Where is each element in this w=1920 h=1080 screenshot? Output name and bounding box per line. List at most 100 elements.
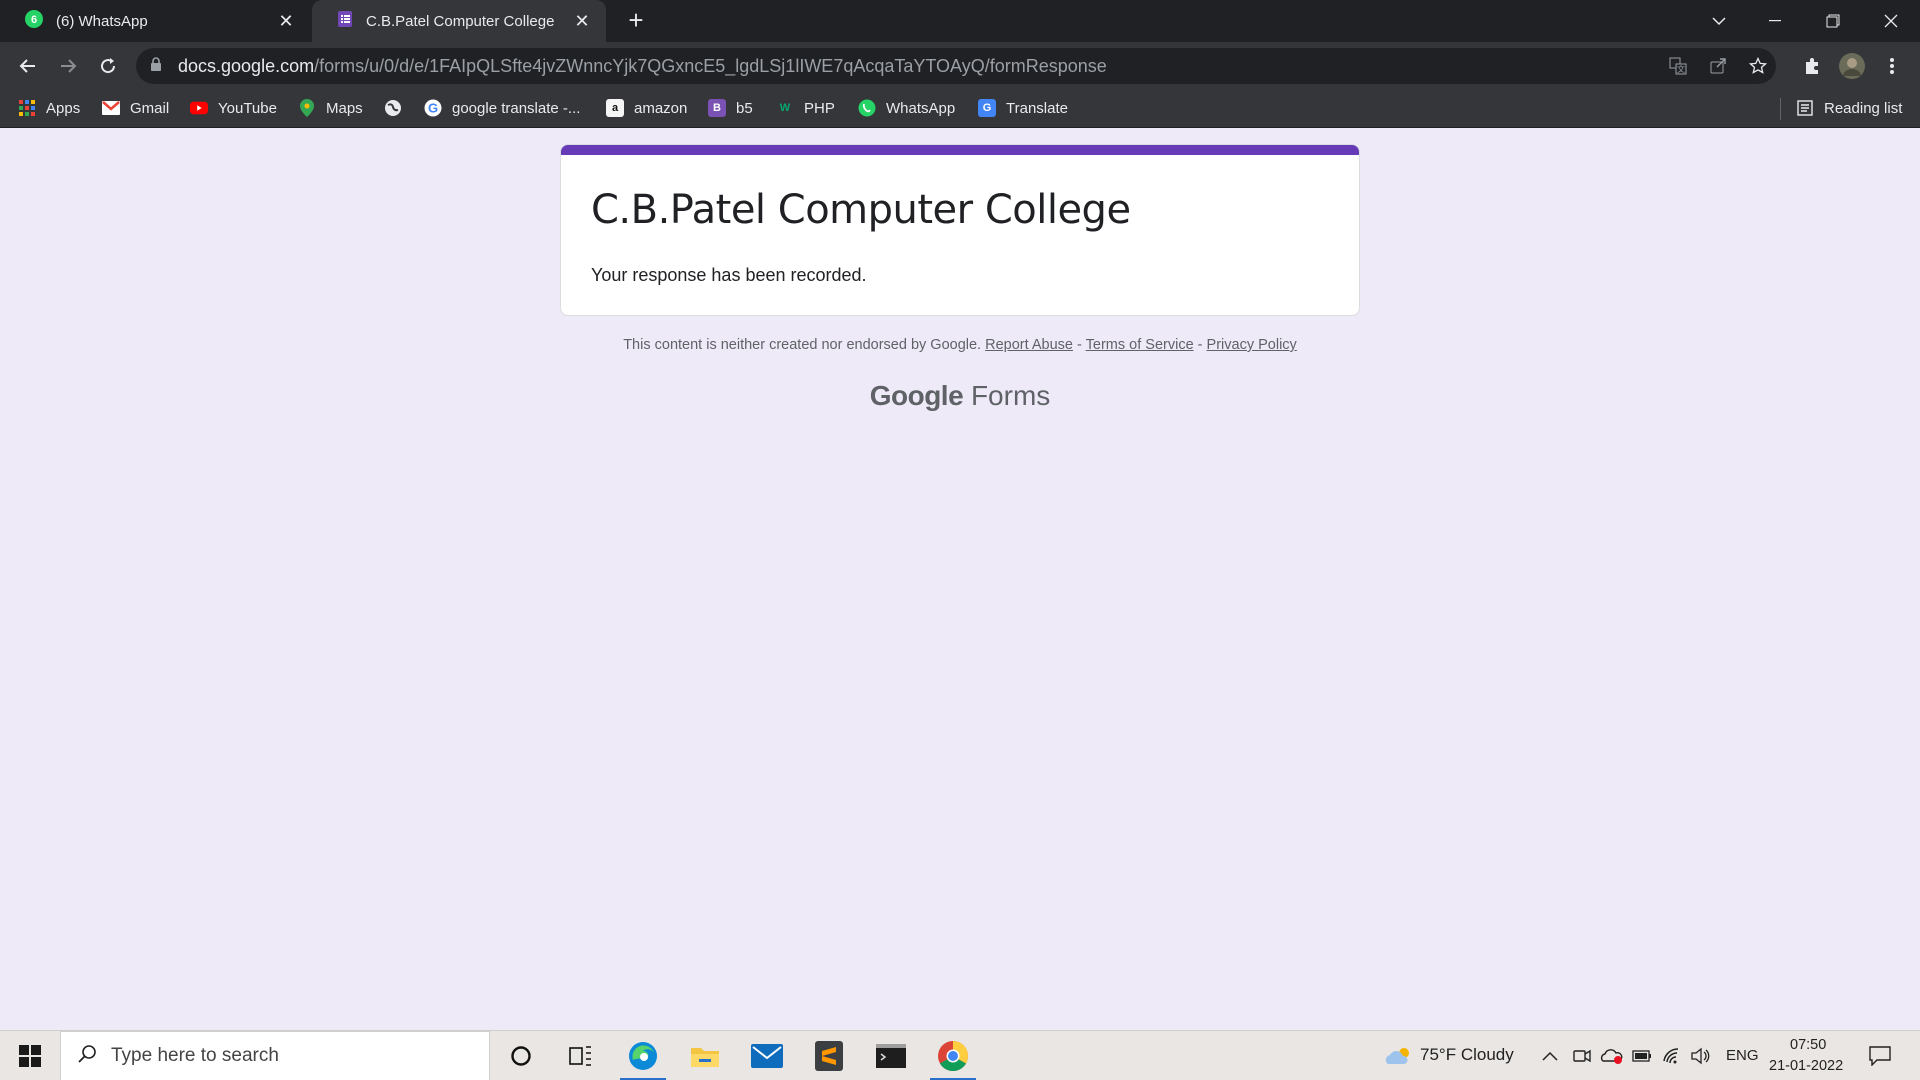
- card-accent-bar: [561, 145, 1359, 155]
- bookmark-label: google translate -...: [452, 99, 581, 117]
- bookmark-b5[interactable]: B b5: [708, 90, 753, 126]
- bookmark-maps[interactable]: Maps: [298, 90, 363, 126]
- bookmark-translate[interactable]: G Translate: [978, 90, 1068, 126]
- taskbar-search-input[interactable]: Type here to search: [60, 1031, 490, 1080]
- privacy-policy-link[interactable]: Privacy Policy: [1207, 337, 1297, 353]
- bookmark-label: amazon: [634, 99, 688, 117]
- file-explorer-icon[interactable]: [674, 1031, 736, 1080]
- wifi-icon[interactable]: [1662, 1046, 1682, 1066]
- more-menu-icon[interactable]: [1876, 50, 1908, 82]
- weather-text[interactable]: 75°F Cloudy: [1420, 1045, 1514, 1065]
- bookmark-apps[interactable]: Apps: [18, 90, 80, 126]
- google-forms-icon: [336, 10, 354, 32]
- translate-icon: G: [978, 99, 996, 117]
- chevron-up-icon[interactable]: [1540, 1046, 1560, 1066]
- close-icon[interactable]: ✕: [570, 9, 594, 33]
- reading-list-label: Reading list: [1824, 99, 1903, 117]
- amazon-icon: a: [606, 99, 624, 117]
- close-icon[interactable]: ✕: [274, 9, 298, 33]
- minimize-button[interactable]: [1746, 0, 1804, 42]
- browser-toolbar: docs.google.com/forms/u/0/d/e/1FAIpQLSft…: [0, 42, 1920, 90]
- bookmark-amazon[interactable]: a amazon: [606, 90, 687, 126]
- start-button[interactable]: [0, 1031, 60, 1080]
- disclaimer-text: This content is neither created nor endo…: [623, 337, 982, 353]
- separator: [1780, 98, 1781, 120]
- cortana-icon[interactable]: [490, 1031, 552, 1080]
- bookmark-youtube[interactable]: YouTube: [190, 90, 277, 126]
- tab-active-form[interactable]: C.B.Patel Computer College ✕: [312, 0, 606, 42]
- notification-center-icon[interactable]: [1868, 1046, 1892, 1066]
- back-button[interactable]: [12, 50, 44, 82]
- gmail-icon: [102, 99, 120, 117]
- address-bar[interactable]: docs.google.com/forms/u/0/d/e/1FAIpQLSft…: [136, 48, 1776, 84]
- bookmark-label: WhatsApp: [886, 99, 956, 117]
- extensions-puzzle-icon[interactable]: [1796, 50, 1828, 82]
- svg-text:6: 6: [31, 14, 37, 26]
- close-window-button[interactable]: [1862, 0, 1920, 42]
- form-title: C.B.Patel Computer College: [591, 187, 1131, 233]
- bookmarks-bar: Apps Gmail YouTube Maps G google transla…: [0, 90, 1920, 128]
- bookmark-whatsapp[interactable]: WhatsApp: [858, 90, 955, 126]
- tab-search-chevron-icon[interactable]: [1690, 0, 1748, 42]
- battery-icon[interactable]: [1632, 1046, 1652, 1066]
- bookmark-label: b5: [736, 99, 753, 117]
- reload-button[interactable]: [92, 50, 124, 82]
- profile-avatar[interactable]: [1836, 50, 1868, 82]
- windows-logo-icon: [19, 1045, 41, 1067]
- page-content: C.B.Patel Computer College Your response…: [0, 128, 1920, 1030]
- task-view-icon[interactable]: [550, 1031, 612, 1080]
- share-icon[interactable]: [1706, 56, 1730, 76]
- sublime-text-icon[interactable]: [798, 1031, 860, 1080]
- google-forms-logo[interactable]: Google Forms: [0, 380, 1920, 412]
- bookmark-gmail[interactable]: Gmail: [102, 90, 169, 126]
- search-placeholder: Type here to search: [111, 1045, 279, 1066]
- bookmark-php[interactable]: W PHP: [776, 90, 835, 126]
- tab-whatsapp[interactable]: 6 (6) WhatsApp ✕: [0, 0, 310, 42]
- restore-button[interactable]: [1804, 0, 1862, 42]
- reading-list-button[interactable]: Reading list: [1796, 90, 1902, 126]
- bookmark-label: YouTube: [218, 99, 277, 117]
- meet-now-icon[interactable]: [1572, 1046, 1592, 1066]
- terminal-icon[interactable]: [860, 1031, 922, 1080]
- edge-browser-icon[interactable]: [612, 1031, 674, 1080]
- onedrive-icon[interactable]: [1600, 1046, 1624, 1066]
- bookmark-label: Maps: [326, 99, 363, 117]
- language-indicator[interactable]: ENG: [1726, 1047, 1759, 1064]
- whatsapp-icon: 6: [24, 9, 44, 33]
- chrome-icon[interactable]: [922, 1031, 984, 1080]
- bookmark-globe[interactable]: [384, 90, 412, 126]
- weather-cloudy-icon[interactable]: [1384, 1046, 1412, 1066]
- new-tab-button[interactable]: +: [622, 5, 650, 35]
- reading-list-icon: [1796, 99, 1814, 117]
- tab-strip: 6 (6) WhatsApp ✕ C.B.Patel Computer Coll…: [0, 0, 1920, 42]
- apps-grid-icon: [18, 99, 36, 117]
- bookmark-label: Gmail: [130, 99, 170, 117]
- terms-of-service-link[interactable]: Terms of Service: [1086, 337, 1194, 353]
- logo-forms-text: Forms: [970, 380, 1051, 411]
- report-abuse-link[interactable]: Report Abuse: [985, 337, 1073, 353]
- clock-time[interactable]: 07:50: [1790, 1037, 1826, 1053]
- mail-icon[interactable]: [736, 1031, 798, 1080]
- tab-label: C.B.Patel Computer College: [366, 12, 555, 30]
- maps-icon: [298, 99, 316, 117]
- forward-button[interactable]: [52, 50, 84, 82]
- bookmark-google-translate[interactable]: G google translate -...: [424, 90, 580, 126]
- windows-taskbar: Type here to search 75°F Cloudy ENG 07:5…: [0, 1030, 1920, 1080]
- svg-text:文: 文: [1677, 64, 1685, 74]
- volume-icon[interactable]: [1690, 1046, 1710, 1066]
- bookmark-label: Translate: [1006, 99, 1068, 117]
- google-icon: G: [424, 99, 442, 117]
- w3schools-icon: W: [779, 102, 791, 114]
- clock-date[interactable]: 21-01-2022: [1769, 1058, 1843, 1074]
- separator-text: -: [1197, 337, 1203, 353]
- bookmark-label: PHP: [804, 99, 835, 117]
- whatsapp-icon: [858, 99, 876, 117]
- confirmation-message: Your response has been recorded.: [591, 265, 867, 285]
- svg-text:G: G: [428, 101, 438, 116]
- form-footer: This content is neither created nor endo…: [0, 337, 1920, 353]
- globe-icon: [384, 99, 402, 117]
- bookmark-star-icon[interactable]: [1746, 56, 1770, 76]
- translate-page-icon[interactable]: 文: [1666, 56, 1690, 76]
- url-text: docs.google.com/forms/u/0/d/e/1FAIpQLSft…: [178, 55, 1107, 76]
- search-icon: [77, 1044, 97, 1069]
